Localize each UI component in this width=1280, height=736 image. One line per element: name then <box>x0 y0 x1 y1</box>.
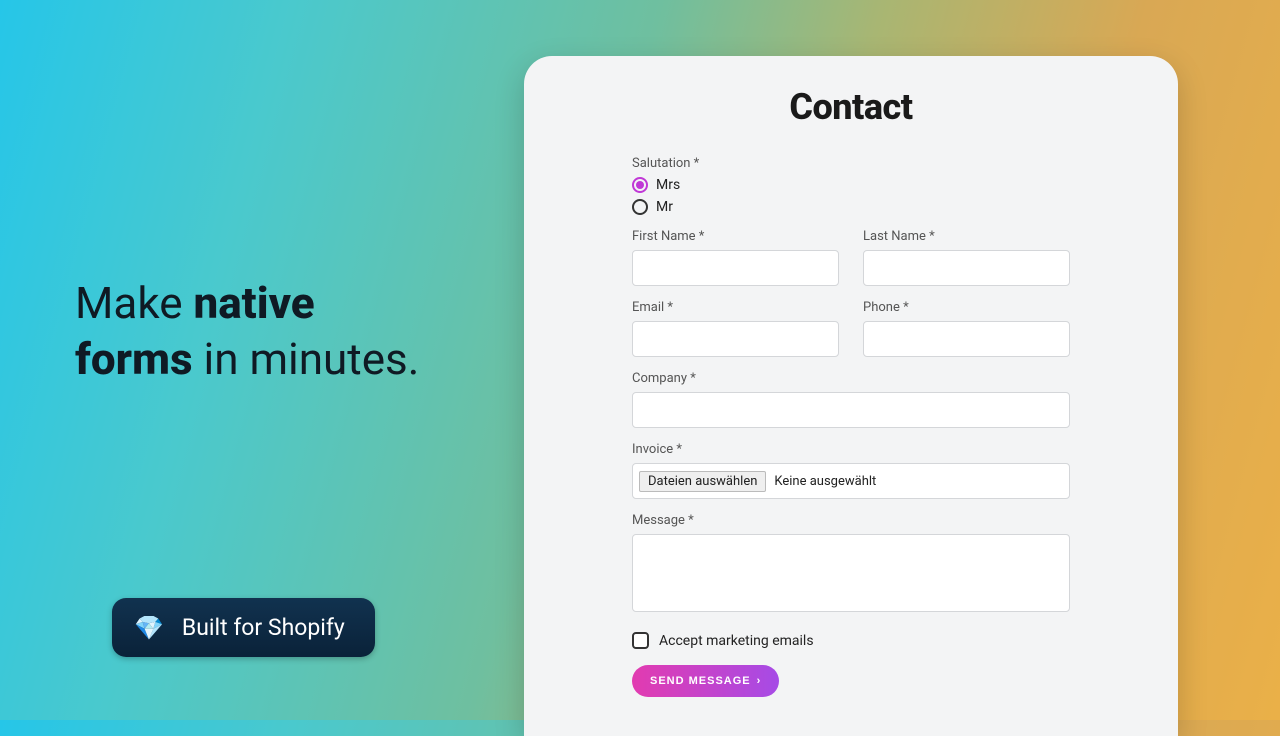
message-label: Message * <box>632 513 1070 528</box>
bfs-label: Built for Shopify <box>182 614 345 641</box>
company-label: Company * <box>632 371 1070 386</box>
salutation-label: Salutation * <box>632 156 1070 171</box>
hero-headline: Make native forms in minutes. <box>75 275 419 388</box>
first-name-input[interactable] <box>632 250 839 286</box>
message-textarea[interactable] <box>632 534 1070 612</box>
email-input[interactable] <box>632 321 839 357</box>
radio-mr-label: Mr <box>656 199 673 215</box>
chevron-right-icon: › <box>757 675 762 687</box>
file-choose-button[interactable]: Dateien auswählen <box>639 471 766 492</box>
form-title: Contact <box>584 86 1118 128</box>
marketing-checkbox-row[interactable]: Accept marketing emails <box>632 632 1070 649</box>
built-for-shopify-badge: 💎 Built for Shopify <box>112 598 375 657</box>
file-status-text: Keine ausgewählt <box>774 474 876 489</box>
radio-mr[interactable]: Mr <box>632 199 1070 215</box>
hero-text-suffix: in minutes. <box>193 333 420 385</box>
contact-form-card: Contact Salutation * Mrs Mr First Name *… <box>524 56 1178 736</box>
hero-text-bold-1: native <box>193 277 314 329</box>
diamond-icon: 💎 <box>134 616 164 640</box>
phone-input[interactable] <box>863 321 1070 357</box>
checkbox-icon <box>632 632 649 649</box>
send-message-button[interactable]: SEND MESSAGE › <box>632 665 779 697</box>
company-input[interactable] <box>632 392 1070 428</box>
radio-icon-unselected <box>632 199 648 215</box>
radio-mrs-label: Mrs <box>656 177 680 193</box>
email-label: Email * <box>632 300 839 315</box>
invoice-file-input[interactable]: Dateien auswählen Keine ausgewählt <box>632 463 1070 499</box>
first-name-label: First Name * <box>632 229 839 244</box>
phone-label: Phone * <box>863 300 1070 315</box>
hero-text-prefix: Make <box>75 277 193 329</box>
hero-text-bold-2: forms <box>75 333 193 385</box>
form-body: Salutation * Mrs Mr First Name * Last Na… <box>584 156 1118 697</box>
submit-label: SEND MESSAGE <box>650 675 751 687</box>
last-name-input[interactable] <box>863 250 1070 286</box>
invoice-label: Invoice * <box>632 442 1070 457</box>
radio-mrs[interactable]: Mrs <box>632 177 1070 193</box>
marketing-checkbox-label: Accept marketing emails <box>659 633 814 649</box>
radio-icon-selected <box>632 177 648 193</box>
last-name-label: Last Name * <box>863 229 1070 244</box>
